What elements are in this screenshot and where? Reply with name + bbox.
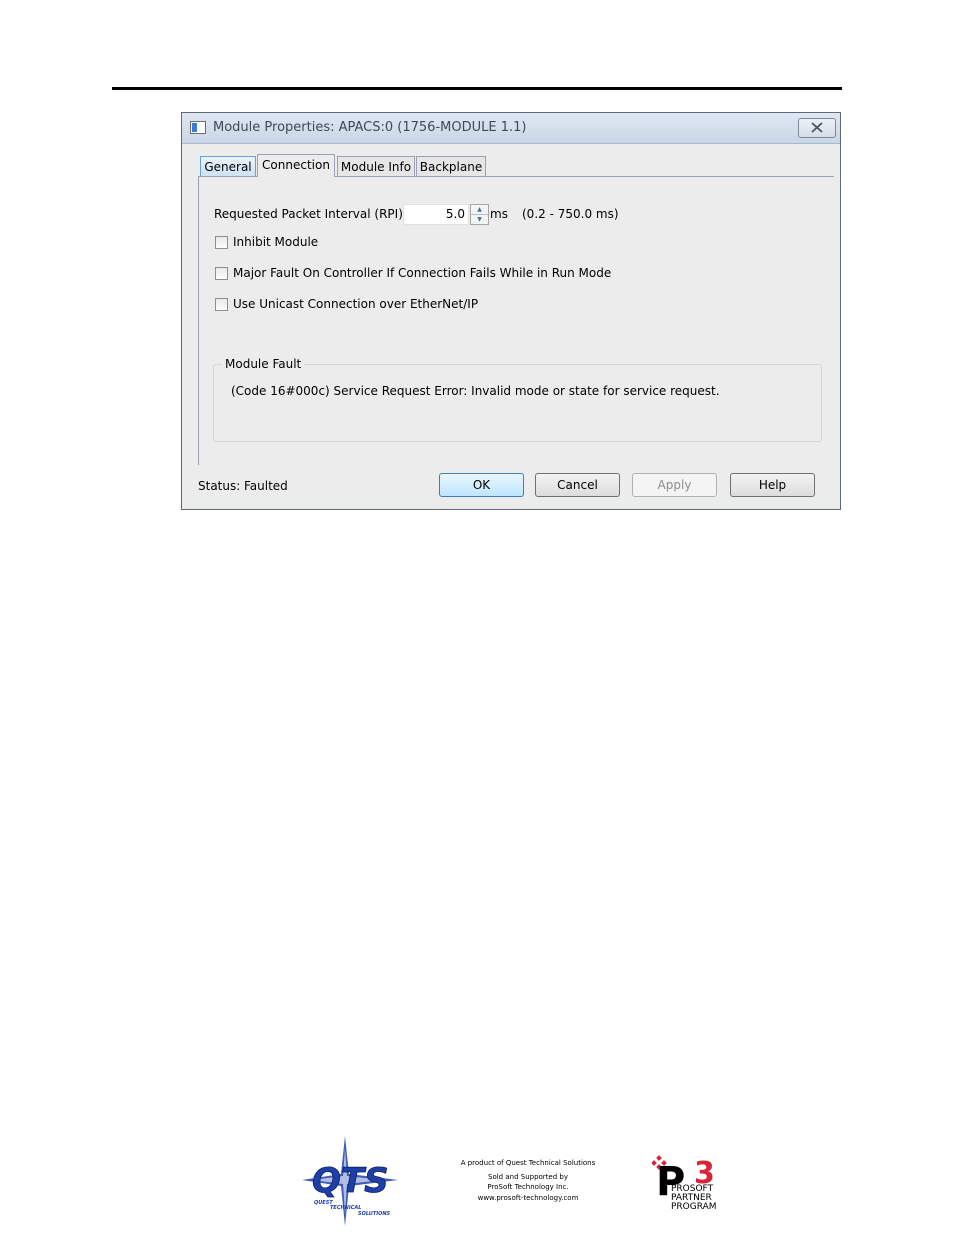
svg-text:QTS: QTS (312, 1161, 389, 1201)
rpi-range: (0.2 - 750.0 ms) (522, 207, 619, 221)
footer-line: Sold and Supported by (488, 1172, 568, 1181)
module-properties-dialog: Module Properties: APACS:0 (1756-MODULE … (181, 112, 841, 510)
major-fault-checkbox[interactable] (215, 267, 228, 280)
major-fault-label[interactable]: Major Fault On Controller If Connection … (233, 266, 611, 280)
window-app-icon (190, 121, 206, 134)
page-top-rule (112, 87, 842, 90)
module-fault-group (213, 364, 822, 442)
tab-general[interactable]: General (200, 156, 256, 176)
status-label: Status: (198, 479, 241, 493)
rpi-spinner[interactable]: ▲ ▼ (470, 204, 489, 225)
module-fault-message: (Code 16#000c) Service Request Error: In… (231, 384, 720, 398)
inhibit-module-checkbox[interactable] (215, 236, 228, 249)
tab-connection[interactable]: Connection (257, 154, 335, 177)
spin-up-icon[interactable]: ▲ (471, 205, 488, 215)
ok-button[interactable]: OK (439, 473, 524, 497)
tab-backplane[interactable]: Backplane (416, 156, 486, 176)
spin-down-icon[interactable]: ▼ (471, 215, 488, 224)
footer-line: ProSoft Technology Inc. (487, 1183, 569, 1191)
footer-link[interactable]: www.prosoft-technology.com (440, 1193, 616, 1204)
rpi-label: Requested Packet Interval (RPI): (214, 207, 407, 221)
close-icon (811, 122, 823, 133)
svg-text:SOLUTIONS: SOLUTIONS (358, 1211, 391, 1217)
help-button[interactable]: Help (730, 473, 815, 497)
prosoft-partner-logo: P 3 PROSOFT PARTNER PROGRAM (652, 1155, 717, 1211)
unicast-label[interactable]: Use Unicast Connection over EtherNet/IP (233, 297, 478, 311)
close-button[interactable] (798, 118, 836, 138)
rpi-unit: ms (490, 207, 508, 221)
unicast-checkbox[interactable] (215, 298, 228, 311)
svg-text:PROGRAM: PROGRAM (671, 1202, 717, 1211)
apply-button[interactable]: Apply (632, 473, 717, 497)
dialog-titlebar[interactable]: Module Properties: APACS:0 (1756-MODULE … (182, 113, 840, 144)
dialog-title: Module Properties: APACS:0 (1756-MODULE … (213, 120, 527, 135)
qts-logo: QTS QUEST TECHNICAL SOLUTIONS (302, 1136, 398, 1226)
cancel-button[interactable]: Cancel (535, 473, 620, 497)
svg-text:TECHNICAL: TECHNICAL (330, 1205, 361, 1211)
module-fault-title: Module Fault (222, 357, 305, 371)
status-value: Faulted (244, 479, 288, 493)
tab-module-info[interactable]: Module Info (337, 156, 415, 176)
inhibit-module-label[interactable]: Inhibit Module (233, 235, 318, 249)
footer-credits: A product of Quest Technical Solutions S… (440, 1158, 616, 1203)
rpi-input[interactable]: 5.0 (403, 204, 469, 225)
footer-line: A product of Quest Technical Solutions (460, 1159, 596, 1167)
